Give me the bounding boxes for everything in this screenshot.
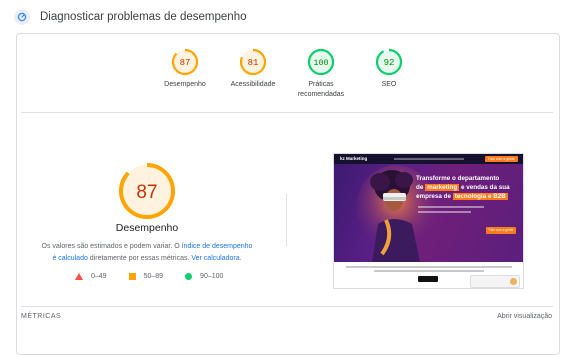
screenshot-headline: Transforme o departamento de marketing e… [416, 174, 520, 201]
screenshot-logo: kz Marketing [340, 156, 368, 161]
main-score-title: Desempenho [115, 222, 179, 234]
vertical-separator [286, 194, 287, 246]
description-text: Os valores são estimados e podem variar.… [41, 243, 182, 250]
speed-icon [14, 9, 30, 25]
screenshot-nav-links [394, 158, 464, 160]
section-divider [21, 306, 553, 307]
score-label: SEO [381, 81, 397, 88]
circle-icon [185, 273, 193, 280]
expand-view-toggle[interactable]: Abrir visualização [497, 313, 552, 320]
legend-item-average: 50–89 [128, 273, 164, 280]
screenshot-hero: Transforme o departamento de marketing e… [334, 164, 523, 262]
gauge-ring: 87 [171, 48, 199, 76]
main-score-value: 87 [136, 182, 157, 203]
report-card: 87 Desempenho 81 Acessibilidade 100 Prát… [16, 33, 560, 355]
legend-item-poor: 0–49 [75, 273, 107, 280]
legend-range: 90–100 [200, 273, 224, 280]
legend-item-good: 90–100 [185, 273, 223, 280]
screenshot-chat-widget [470, 275, 520, 288]
score-value: 92 [384, 58, 395, 68]
score-legend: 0–49 50–89 90–100 [75, 273, 245, 280]
score-label-line1: Práticas [308, 81, 334, 88]
gauge-ring: 81 [239, 48, 267, 76]
description-text-2: diretamente por essas métricas. [87, 254, 192, 262]
screenshot-button [418, 276, 438, 282]
legend-range: 0–49 [91, 273, 107, 280]
score-description: Os valores são estimados e podem variar.… [39, 241, 255, 264]
screenshot-nav-cta: Fale com a gente [484, 156, 518, 162]
performance-main-gauge: 87 [117, 161, 177, 221]
screenshot-navbar: kz Marketing Fale com a gente [334, 154, 523, 164]
square-icon [128, 273, 136, 280]
page-title: Diagnosticar problemas de desempenho [40, 11, 247, 23]
headline-text: de [416, 184, 424, 191]
headline-line-1: Transforme o departamento [416, 175, 500, 182]
triangle-icon [75, 273, 83, 280]
screenshot-hero-text-block [418, 206, 484, 216]
screenshot-text-line [374, 270, 484, 272]
headline-highlight: marketing [425, 184, 460, 191]
screenshot-text-line [346, 266, 512, 268]
screenshot-footer-section [334, 262, 523, 288]
gauge-ring: 92 [375, 48, 403, 76]
page-screenshot[interactable]: kz Marketing Fale com a gente Transforme… [333, 153, 524, 289]
calculator-link[interactable]: Ver calculadora. [191, 255, 241, 262]
gauge-ring: 87 [119, 163, 175, 219]
metrics-heading: MÉTRICAS [21, 313, 62, 320]
score-value: 81 [248, 58, 259, 68]
page-header: Diagnosticar problemas de desempenho [14, 7, 246, 27]
headline-highlight: tecnologia e B2B [452, 193, 508, 200]
score-label-line2: recomendadas [297, 91, 345, 98]
section-divider [21, 112, 553, 113]
score-gauge-seo[interactable]: 92 SEO [349, 48, 429, 90]
gauge-ring: 100 [307, 48, 335, 76]
headline-line-2: de marketing e vendas da sua [416, 183, 520, 192]
score-value: 100 [313, 58, 328, 68]
legend-range: 50–89 [143, 273, 164, 280]
score-summary: 87 Desempenho 81 Acessibilidade 100 Prát… [17, 48, 559, 118]
headline-text: e vendas da sua [460, 184, 510, 191]
screenshot-hero-cta: Fale com a gente [486, 227, 516, 234]
headline-line-3: empresa de tecnologia e B2B [416, 192, 520, 201]
score-value: 87 [180, 58, 191, 68]
headline-text: empresa de [416, 193, 452, 200]
